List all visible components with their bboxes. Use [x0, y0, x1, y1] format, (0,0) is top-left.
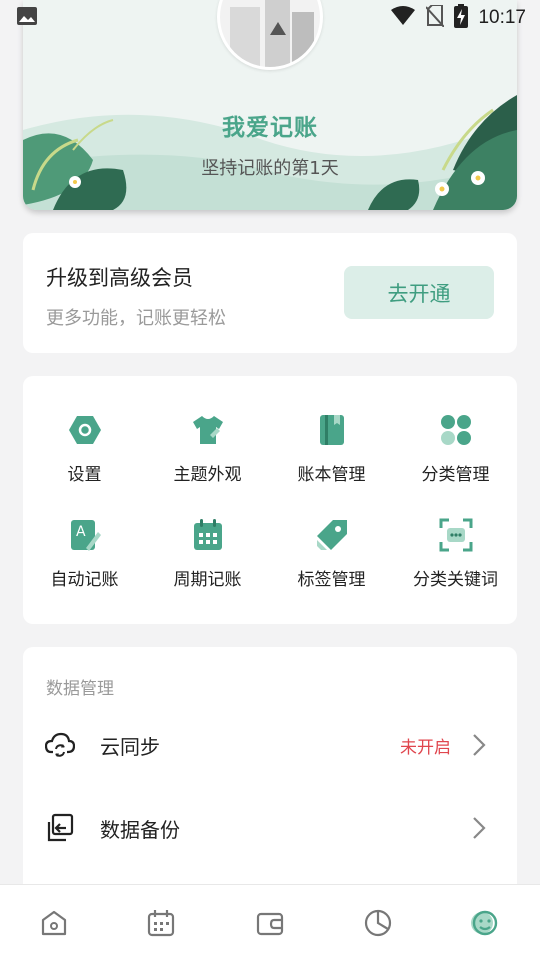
- nav-calendar[interactable]: [143, 905, 179, 941]
- smiley-icon: [471, 910, 498, 936]
- tshirt-icon: [190, 412, 226, 448]
- image-icon: [16, 5, 38, 31]
- vip-upgrade-card: 升级到高级会员 更多功能，记账更轻松 去开通: [23, 233, 517, 353]
- feature-settings[interactable]: 设置: [23, 412, 146, 512]
- calendar-icon: [190, 517, 226, 553]
- svg-text:A: A: [76, 524, 86, 540]
- wallet-icon: [256, 912, 284, 936]
- nav-mine[interactable]: [466, 905, 502, 941]
- battery-charging-icon: [454, 4, 469, 32]
- no-sim-icon: [425, 4, 446, 31]
- vip-title: 升级到高级会员: [46, 266, 193, 290]
- feature-grid: 设置 主题外观 账本管理 分类管理 A 自动记账 周期记账 标签管理 分类关键词: [23, 376, 517, 624]
- ledger-book-icon: [314, 412, 350, 448]
- feature-theme[interactable]: 主题外观: [146, 412, 269, 512]
- nav-home[interactable]: [36, 905, 72, 941]
- feature-category[interactable]: 分类管理: [394, 412, 517, 512]
- nav-stats[interactable]: [360, 905, 396, 941]
- nav-wallet[interactable]: [252, 905, 288, 941]
- section-title: 数据管理: [46, 679, 114, 699]
- feature-tags[interactable]: 标签管理: [270, 517, 393, 617]
- category-grid-icon: [438, 412, 474, 448]
- feature-ledger[interactable]: 账本管理: [270, 412, 393, 512]
- calendar-nav-icon: [147, 910, 175, 937]
- settings-hexagon-icon: [67, 412, 103, 448]
- cloud-sync-label: 云同步: [100, 734, 160, 759]
- chevron-right-icon: [473, 817, 486, 839]
- backup-icon: [45, 813, 75, 843]
- feature-keywords[interactable]: 分类关键词: [394, 517, 517, 617]
- chevron-right-icon: [473, 734, 486, 756]
- feature-recurring[interactable]: 周期记账: [146, 517, 269, 617]
- cloud-sync-row[interactable]: 云同步 未开启: [23, 710, 517, 780]
- feature-grid-card: 设置 主题外观 账本管理 分类管理 A 自动记账 周期记账 标签管理 分类关键词: [23, 376, 517, 624]
- data-backup-label: 数据备份: [100, 817, 180, 842]
- data-backup-row[interactable]: 数据备份: [23, 793, 517, 863]
- bottom-navigation: [0, 884, 540, 960]
- tag-icon: [314, 517, 350, 553]
- auto-note-icon: A: [67, 517, 103, 553]
- wifi-icon: [390, 6, 416, 30]
- home-icon: [41, 910, 67, 936]
- vip-description: 更多功能，记账更轻松: [46, 308, 226, 329]
- app-title: 我爱记账: [222, 115, 318, 141]
- keyword-scan-icon: [438, 517, 474, 553]
- status-bar: 10:17: [0, 0, 540, 36]
- cloud-sync-icon: [45, 730, 75, 760]
- feature-auto-record[interactable]: A 自动记账: [23, 517, 146, 617]
- vip-activate-button[interactable]: 去开通: [344, 266, 494, 319]
- pie-chart-icon: [364, 909, 392, 937]
- cloud-sync-status: 未开启: [400, 737, 451, 758]
- status-time: 10:17: [478, 7, 526, 28]
- streak-subtitle: 坚持记账的第1天: [201, 158, 339, 179]
- data-management-card: 数据管理 云同步 未开启 数据备份: [23, 647, 517, 907]
